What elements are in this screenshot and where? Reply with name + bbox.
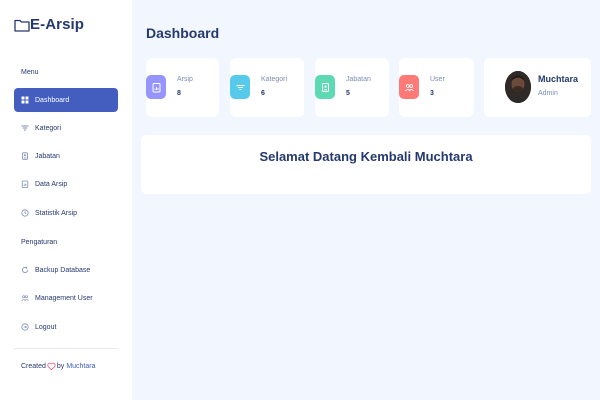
- sidebar-item-label: Data Arsip: [35, 180, 68, 188]
- stat-label: Kategori: [261, 76, 288, 83]
- menu-section-title: Menu: [21, 69, 39, 76]
- stat-value: 3: [430, 90, 434, 97]
- logo-text: E-Arsip: [30, 16, 85, 33]
- sidebar-item-logout[interactable]: Logout: [14, 315, 118, 339]
- sidebar-item-backup-database[interactable]: Backup Database: [14, 258, 118, 282]
- id-badge-icon: [315, 75, 335, 99]
- avatar[interactable]: [505, 71, 531, 103]
- heart-icon: [47, 362, 56, 371]
- id-badge-icon: [21, 152, 29, 160]
- stat-label: User: [430, 76, 445, 83]
- welcome-card: Selamat Datang Kembali Muchtara: [141, 135, 591, 194]
- settings-section-title: Pengaturan: [21, 239, 58, 246]
- clipboard-data-icon: [146, 75, 166, 99]
- sidebar-item-label: Kategori: [35, 124, 62, 132]
- sidebar-item-jabatan[interactable]: Jabatan: [14, 144, 118, 168]
- sidebar-item-label: Jabatan: [35, 152, 60, 160]
- sidebar-item-label: Backup Database: [35, 266, 91, 274]
- sidebar-item-label: Dashboard: [35, 96, 70, 104]
- footer-author-link[interactable]: Muchtara: [66, 363, 95, 370]
- logout-icon: [21, 323, 29, 331]
- sidebar-divider: [14, 348, 118, 349]
- refresh-icon: [21, 266, 29, 274]
- stat-label: Jabatan: [346, 76, 371, 83]
- grid-icon: [21, 96, 29, 104]
- stat-value: 5: [346, 90, 350, 97]
- user-role: Admin: [538, 90, 558, 97]
- stat-value: 6: [261, 90, 265, 97]
- clipboard-data-icon: [21, 180, 29, 188]
- people-icon: [21, 294, 29, 302]
- user-name: Muchtara: [538, 74, 579, 84]
- stat-label: Arsip: [177, 76, 193, 83]
- sidebar-item-management-user[interactable]: Management User: [14, 286, 118, 310]
- stat-card-kategori: Kategori 6: [230, 58, 304, 117]
- clock-icon: [21, 209, 29, 217]
- sidebar-item-statistik-arsip[interactable]: Statistik Arsip: [14, 201, 118, 225]
- sidebar-item-data-arsip[interactable]: Data Arsip: [14, 172, 118, 196]
- sidebar-item-label: Logout: [35, 323, 57, 331]
- footer-created-text: Created: [21, 363, 46, 370]
- sidebar-item-label: Statistik Arsip: [35, 209, 78, 217]
- footer-by-text: by: [56, 363, 65, 370]
- stat-card-user: User 3: [399, 58, 474, 117]
- stat-card-arsip: Arsip 8: [146, 58, 219, 117]
- sidebar-item-dashboard[interactable]: Dashboard: [14, 88, 118, 112]
- user-profile-card[interactable]: Muchtara Admin: [484, 58, 591, 117]
- app-logo[interactable]: E-Arsip: [14, 16, 84, 33]
- filter-icon: [21, 124, 29, 132]
- welcome-message: Selamat Datang Kembali Muchtara: [259, 149, 473, 164]
- people-icon: [399, 75, 419, 99]
- sidebar: E-Arsip Menu Dashboard Kategori Jabatan …: [0, 0, 132, 400]
- stat-value: 8: [177, 90, 181, 97]
- folder-icon: [14, 19, 30, 32]
- sidebar-item-label: Management User: [35, 294, 93, 302]
- stat-card-jabatan: Jabatan 5: [315, 58, 389, 117]
- filter-icon: [230, 75, 250, 99]
- sidebar-item-kategori[interactable]: Kategori: [14, 116, 118, 140]
- sidebar-footer: Created by Muchtara: [21, 362, 96, 371]
- page-title: Dashboard: [146, 25, 220, 41]
